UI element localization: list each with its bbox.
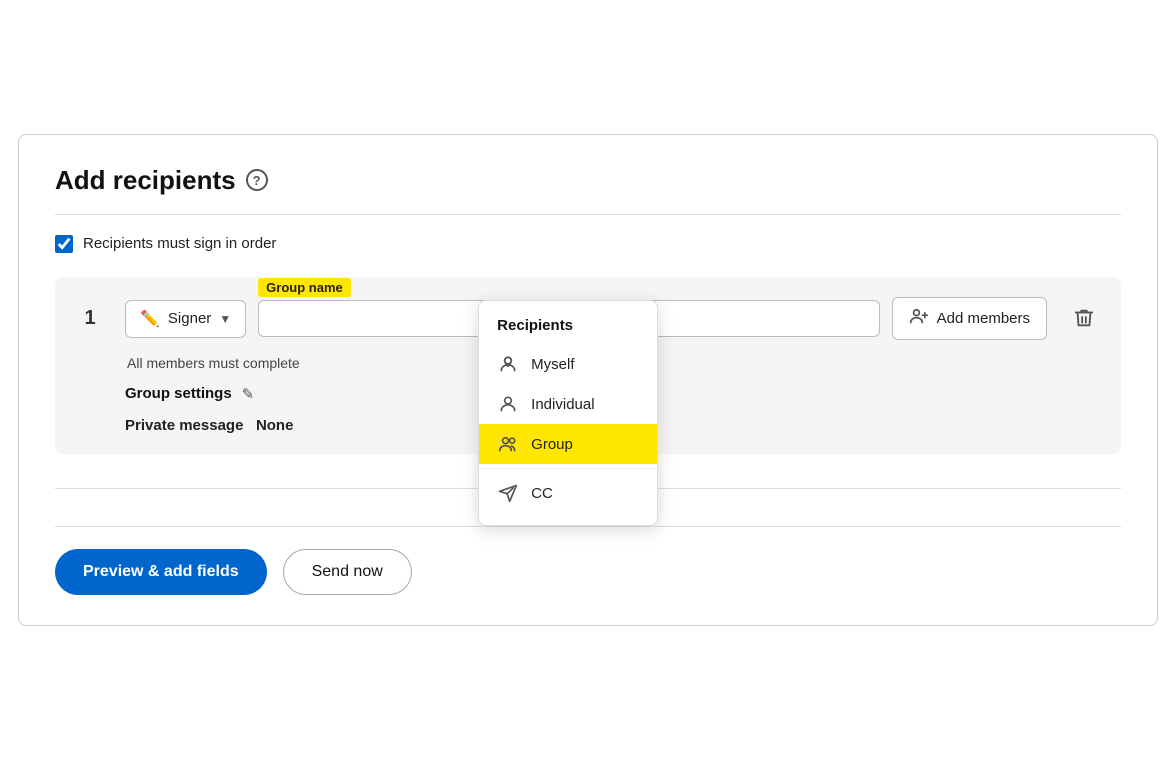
- delete-button[interactable]: [1067, 301, 1101, 341]
- page-title-row: Add recipients ?: [55, 165, 1121, 196]
- chevron-down-icon: ▼: [219, 312, 231, 326]
- pen-icon: ✏️: [140, 309, 160, 329]
- recipient-card-1: 1 ✏️ Signer ▼ Group name Recipients: [55, 277, 1121, 454]
- row-number: 1: [55, 297, 125, 330]
- sign-order-checkbox[interactable]: [55, 235, 73, 253]
- footer-buttons: Preview & add fields Send now: [55, 549, 1121, 595]
- dropdown-header: Recipients: [479, 313, 657, 344]
- cc-icon: [497, 483, 519, 503]
- page-title: Add recipients: [55, 165, 236, 196]
- private-message-label: Private message: [125, 417, 243, 434]
- recipients-dropdown: Recipients Myself: [478, 300, 658, 526]
- private-message-value: None: [256, 417, 294, 434]
- group-name-label: Group name: [258, 278, 351, 297]
- add-members-button[interactable]: Add members: [892, 297, 1047, 340]
- myself-label: Myself: [531, 356, 574, 373]
- page-container: Add recipients ? Recipients must sign in…: [18, 134, 1158, 626]
- sign-order-row: Recipients must sign in order: [55, 235, 1121, 253]
- group-settings-label: Group settings: [125, 385, 232, 402]
- card-top-row: ✏️ Signer ▼ Group name Recipients: [125, 297, 1101, 341]
- cc-label: CC: [531, 485, 553, 502]
- dropdown-divider: [479, 468, 657, 469]
- myself-icon: [497, 354, 519, 374]
- signer-dropdown[interactable]: ✏️ Signer ▼: [125, 300, 246, 338]
- send-now-button[interactable]: Send now: [283, 549, 412, 595]
- group-icon: [497, 434, 519, 454]
- add-members-label: Add members: [937, 310, 1030, 327]
- add-members-icon: [909, 306, 929, 331]
- sign-order-label: Recipients must sign in order: [83, 235, 276, 252]
- individual-label: Individual: [531, 396, 594, 413]
- dropdown-item-myself[interactable]: Myself: [479, 344, 657, 384]
- group-label: Group: [531, 436, 573, 453]
- help-icon[interactable]: ?: [246, 169, 268, 191]
- group-name-wrapper: Group name Recipients: [258, 300, 879, 337]
- signer-label: Signer: [168, 310, 211, 327]
- dropdown-item-individual[interactable]: Individual: [479, 384, 657, 424]
- preview-add-fields-button[interactable]: Preview & add fields: [55, 549, 267, 595]
- individual-icon: [497, 394, 519, 414]
- dropdown-item-group[interactable]: Group: [479, 424, 657, 464]
- edit-icon[interactable]: ✎: [242, 385, 255, 403]
- title-divider: [55, 214, 1121, 215]
- card-content: ✏️ Signer ▼ Group name Recipients: [125, 297, 1101, 434]
- dropdown-item-cc[interactable]: CC: [479, 473, 657, 513]
